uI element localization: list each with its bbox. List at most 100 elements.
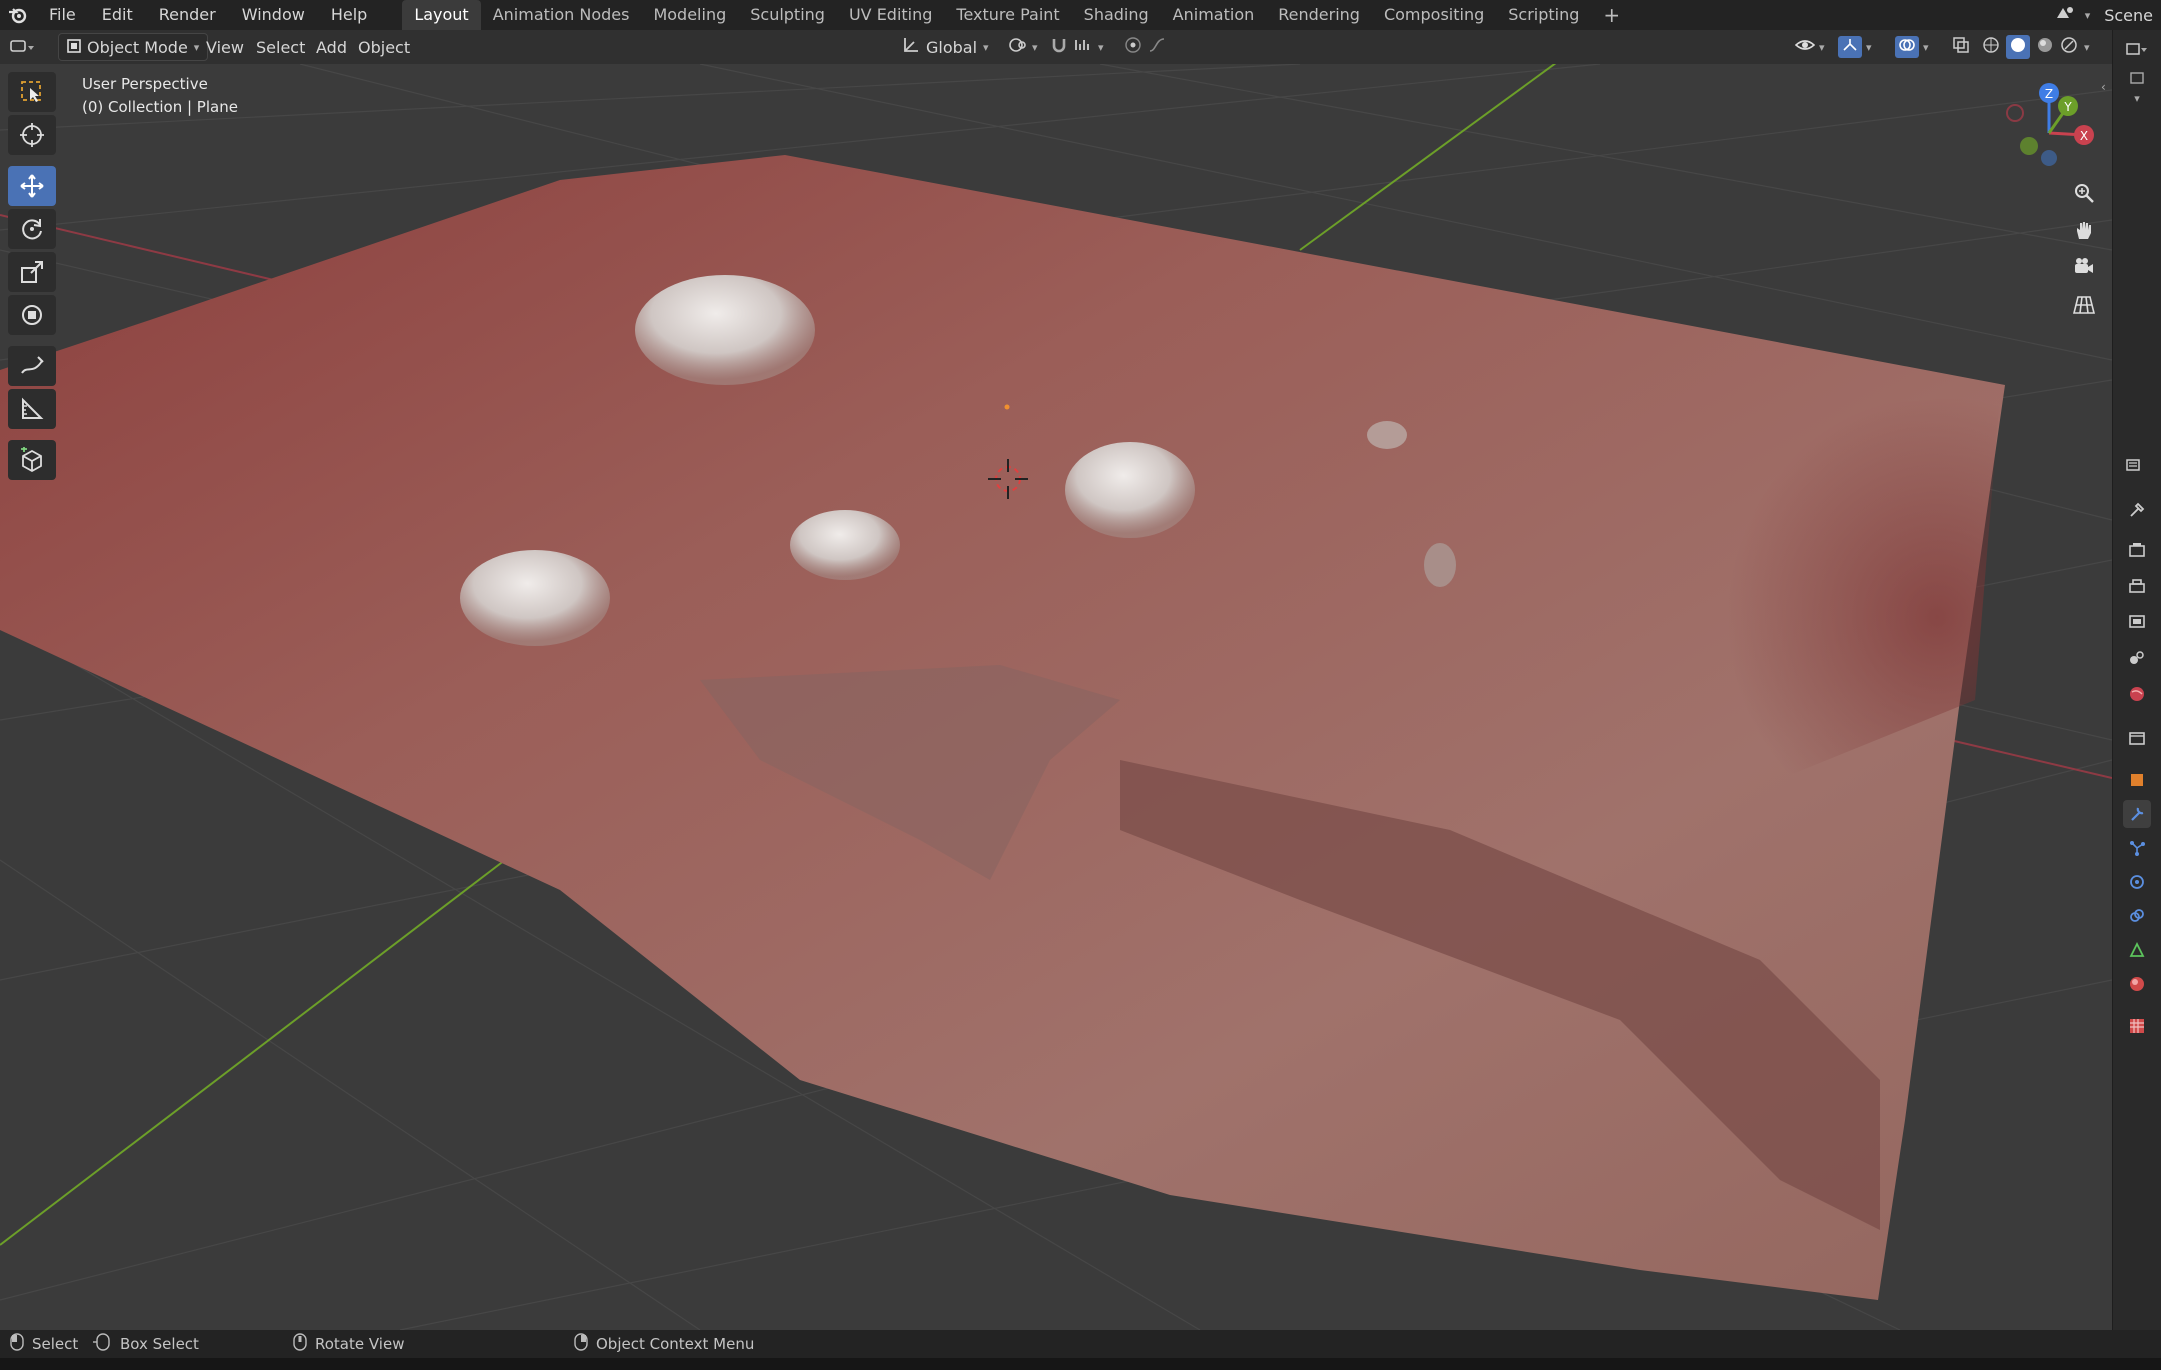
measure-tool[interactable] [8,389,56,429]
gizmo-neg-z-icon[interactable] [2041,150,2057,166]
outliner-editor-icon[interactable] [2123,36,2151,64]
menu-file[interactable]: File [36,0,89,30]
shading-mode-group: ▾ [1982,30,2090,64]
tab-uv-editing[interactable]: UV Editing [837,0,944,30]
tab-shading[interactable]: Shading [1072,0,1161,30]
small-mound [1367,421,1407,449]
add-cube-tool[interactable] [8,440,56,480]
transform-icon [22,305,42,325]
scale-tool[interactable] [8,252,56,292]
menu-view[interactable]: View [206,30,244,64]
snap-increment-icon [1074,36,1094,58]
move-tool[interactable] [8,166,56,206]
xray-toggle[interactable] [1952,30,1970,64]
scene-properties-icon[interactable] [2123,644,2151,672]
tab-rendering[interactable]: Rendering [1266,0,1372,30]
tab-compositing[interactable]: Compositing [1372,0,1496,30]
menu-add[interactable]: Add [316,30,347,64]
modifier-properties-icon[interactable] [2123,800,2151,828]
rendered-shading-icon[interactable] [2060,36,2078,58]
snap-toggle[interactable] [1050,30,1068,64]
gizmo-toggle[interactable]: ▾ [1838,30,1872,64]
texture-properties-icon[interactable] [2123,1012,2151,1040]
proportional-editing-toggle[interactable] [1124,30,1166,64]
material-shading-icon[interactable] [2036,36,2054,58]
solid-shading-icon[interactable] [2006,35,2030,59]
overlays-icon [1895,36,1919,58]
properties-editor-icon[interactable] [2123,452,2151,480]
chevron-down-icon[interactable]: ▾ [2084,41,2090,54]
tab-animation-nodes[interactable]: Animation Nodes [481,0,642,30]
camera-view-button[interactable] [2067,250,2101,284]
status-select-label: Select [32,1335,79,1353]
editor-type-button[interactable] [10,30,36,64]
menu-edit[interactable]: Edit [89,0,146,30]
top-bar: File Edit Render Window Help Layout Anim… [0,0,2161,30]
3d-viewport[interactable] [0,64,2112,1330]
zoom-view-button[interactable] [2067,176,2101,210]
sidebar-toggle-icon[interactable]: ‹ [2101,80,2106,94]
main-menu: File Edit Render Window Help [36,0,380,30]
status-rotate-view-label: Rotate View [315,1335,405,1353]
visibility-dropdown[interactable]: ▾ [1794,30,1825,64]
view-layer-properties-icon[interactable] [2123,608,2151,636]
add-workspace-button[interactable]: + [1591,0,1632,30]
toggle-perspective-button[interactable] [2067,288,2101,322]
orientation-icon [902,36,920,58]
mouse-drag-icon [92,1333,112,1355]
menu-select[interactable]: Select [256,30,305,64]
status-box-select-label: Box Select [120,1335,199,1353]
magnet-icon [1050,36,1068,58]
tab-scripting[interactable]: Scripting [1496,0,1591,30]
material-properties-icon[interactable] [2123,970,2151,998]
add-cube-icon [21,447,42,473]
falloff-curve-icon [1148,36,1166,58]
chevron-down-icon: ▾ [1923,40,1929,54]
status-bar: Select Box Select Rotate View Object Con… [0,1330,2161,1358]
data-properties-icon[interactable] [2123,936,2151,964]
annotate-tool[interactable] [8,346,56,386]
tab-layout[interactable]: Layout [402,0,481,30]
tab-sculpting[interactable]: Sculpting [738,0,837,30]
tab-modeling[interactable]: Modeling [641,0,738,30]
gizmo-y-label: Y [2063,100,2072,114]
menu-object[interactable]: Object [358,30,410,64]
transform-orientation-dropdown[interactable]: Global ▾ [902,30,989,64]
menu-render[interactable]: Render [146,0,229,30]
pivot-point-dropdown[interactable]: ▾ [1008,30,1038,64]
transform-tool[interactable] [8,295,56,335]
mode-dropdown[interactable]: Object Mode ▾ [58,33,209,61]
collection-properties-icon[interactable] [2123,724,2151,752]
render-properties-icon[interactable] [2123,536,2151,564]
snap-target-dropdown[interactable]: ▾ [1074,30,1104,64]
wireframe-shading-icon[interactable] [1982,36,2000,58]
overlays-toggle[interactable]: ▾ [1895,30,1929,64]
tab-texture-paint[interactable]: Texture Paint [944,0,1071,30]
navigation-gizmo[interactable]: Z X Y [2000,78,2100,178]
tool-shelf [8,72,58,483]
gizmo-neg-x-icon[interactable] [2006,104,2024,122]
menu-window[interactable]: Window [229,0,318,30]
eye-icon [1794,37,1816,57]
cursor-tool[interactable] [8,115,56,155]
chevron-down-icon: ▾ [1866,40,1872,54]
rotate-icon [22,219,42,240]
chevron-down-icon[interactable]: ▾ [2123,84,2151,112]
tool-properties-icon[interactable] [2123,496,2151,524]
object-origin-icon [1004,404,1010,410]
output-properties-icon[interactable] [2123,572,2151,600]
rotate-tool[interactable] [8,209,56,249]
pan-view-button[interactable] [2067,213,2101,247]
tab-animation[interactable]: Animation [1161,0,1267,30]
world-properties-icon[interactable] [2123,680,2151,708]
scene-selector[interactable]: ▾ Scene [2055,0,2161,30]
particle-properties-icon[interactable] [2123,834,2151,862]
menu-help[interactable]: Help [318,0,380,30]
blender-logo-icon[interactable] [0,0,36,30]
object-properties-icon[interactable] [2123,766,2151,794]
gizmo-neg-y-icon[interactable] [2020,137,2038,155]
constraint-properties-icon[interactable] [2123,902,2151,930]
pivot-icon [1008,36,1028,58]
select-box-tool[interactable] [8,72,56,112]
physics-properties-icon[interactable] [2123,868,2151,896]
